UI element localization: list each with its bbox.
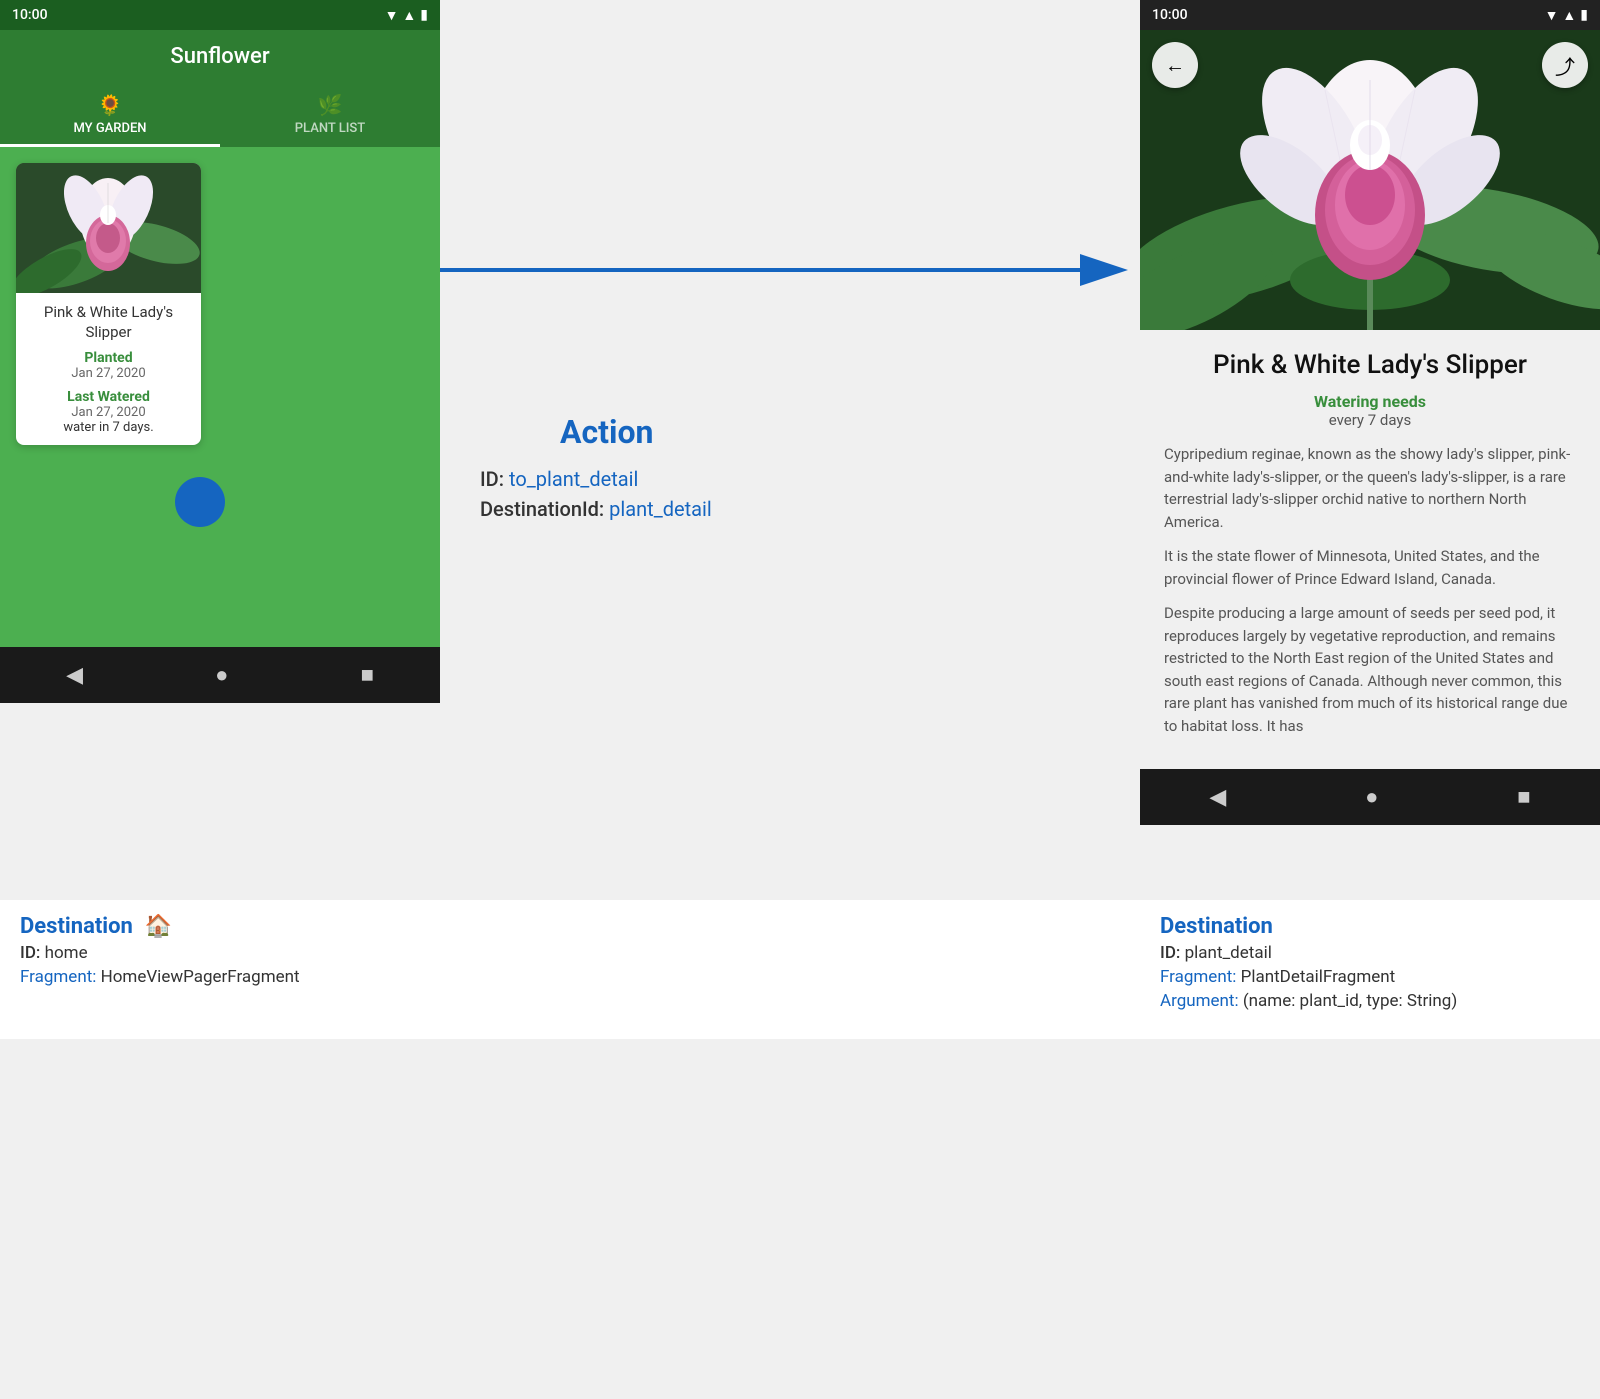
right-status-bar: 10:00 ▼ ▲ ▮	[1140, 0, 1600, 30]
description-1: Cypripedium reginae, known as the showy …	[1164, 443, 1576, 533]
action-id-row: ID: to_plant_detail	[480, 467, 712, 491]
left-nav-bar: ◀ ● ■	[0, 647, 440, 703]
detail-plant-name: Pink & White Lady's Slipper	[1164, 350, 1576, 380]
action-title: Action	[560, 413, 712, 451]
description-3: Despite producing a large amount of seed…	[1164, 602, 1576, 737]
action-destid-val-text: plant_detail	[609, 497, 712, 521]
garden-icon: 🌻	[98, 93, 123, 117]
detail-plant-image: ← ⤴	[1140, 30, 1600, 330]
plant-list-icon: 🌿	[318, 93, 343, 117]
watering-needs-value: every 7 days	[1164, 411, 1576, 429]
bottom-center-spacer	[440, 900, 1140, 1039]
recents-button-left[interactable]: ■	[361, 662, 374, 688]
tab-my-garden[interactable]: 🌻 MY GARDEN	[0, 83, 220, 147]
left-status-bar: 10:00 ▼ ▲ ▮	[0, 0, 440, 30]
home-button-right[interactable]: ●	[1365, 784, 1378, 810]
dest-right-title: Destination	[1160, 914, 1273, 939]
last-watered-date: Jan 27, 2020	[28, 405, 189, 420]
wifi-icon: ▼	[385, 7, 399, 24]
action-destid-row: DestinationId: plant_detail	[480, 497, 712, 521]
dest-left-title-row: Destination 🏠	[20, 914, 420, 939]
water-next: water in 7 days.	[28, 420, 189, 435]
tab-plant-list[interactable]: 🌿 PLANT LIST	[220, 83, 440, 147]
plant-card[interactable]: Pink & White Lady's Slipper Planted Jan …	[16, 163, 201, 445]
right-status-icons: ▼ ▲ ▮	[1545, 7, 1588, 24]
action-section: Action ID: to_plant_detail DestinationId…	[440, 0, 1140, 900]
back-button-left[interactable]: ◀	[66, 663, 83, 688]
tabs-container: 🌻 MY GARDEN 🌿 PLANT LIST	[0, 83, 440, 147]
action-destid-label-text: DestinationId:	[480, 497, 609, 521]
bottom-destinations: Destination 🏠 ID: home Fragment: HomeVie…	[0, 900, 1600, 1039]
description-2: It is the state flower of Minnesota, Uni…	[1164, 545, 1576, 590]
action-content: Action ID: to_plant_detail DestinationId…	[480, 413, 712, 527]
action-id-label: ID:	[480, 467, 509, 491]
plant-card-body: Pink & White Lady's Slipper Planted Jan …	[16, 293, 201, 445]
dest-left-id-row: ID: home	[20, 943, 420, 963]
back-button-right[interactable]: ◀	[1209, 785, 1226, 810]
flower-illustration	[16, 163, 201, 293]
dest-right-argument-row: Argument: (name: plant_id, type: String)	[1160, 991, 1580, 1011]
destination-left: Destination 🏠 ID: home Fragment: HomeVie…	[0, 900, 440, 1039]
dest-right-title-row: Destination	[1160, 914, 1580, 939]
planted-date: Jan 27, 2020	[28, 366, 189, 381]
back-button-detail[interactable]: ←	[1152, 42, 1198, 88]
recents-button-right[interactable]: ■	[1517, 784, 1530, 810]
dest-left-title: Destination	[20, 914, 133, 939]
home-button-left[interactable]: ●	[215, 662, 228, 688]
battery-icon: ▮	[420, 7, 428, 23]
watering-needs-label: Watering needs	[1164, 392, 1576, 411]
plant-card-name: Pink & White Lady's Slipper	[28, 303, 189, 342]
right-wifi-icon: ▼	[1545, 7, 1559, 24]
right-nav-bar: ◀ ● ■	[1140, 769, 1600, 825]
dest-left-fragment-row: Fragment: HomeViewPagerFragment	[20, 967, 420, 987]
garden-content: Pink & White Lady's Slipper Planted Jan …	[0, 147, 440, 647]
right-status-time: 10:00	[1152, 7, 1188, 23]
detail-top-buttons: ← ⤴	[1152, 42, 1588, 88]
last-watered-label: Last Watered	[28, 389, 189, 405]
left-status-time: 10:00	[12, 7, 48, 23]
dest-right-id-row: ID: plant_detail	[1160, 943, 1580, 963]
dest-right-fragment-row: Fragment: PlantDetailFragment	[1160, 967, 1580, 987]
signal-icon: ▲	[402, 7, 416, 24]
click-indicator	[175, 477, 225, 527]
planted-label: Planted	[28, 350, 189, 366]
plant-card-image	[16, 163, 201, 293]
detail-content: Pink & White Lady's Slipper Watering nee…	[1140, 330, 1600, 769]
left-status-icons: ▼ ▲ ▮	[385, 7, 428, 24]
right-signal-icon: ▲	[1562, 7, 1576, 24]
share-button-detail[interactable]: ⤴	[1542, 42, 1588, 88]
destination-right: Destination ID: plant_detail Fragment: P…	[1140, 900, 1600, 1039]
right-phone: 10:00 ▼ ▲ ▮	[1140, 0, 1600, 900]
home-dest-icon: 🏠	[145, 914, 172, 939]
right-battery-icon: ▮	[1580, 7, 1588, 23]
app-title: Sunflower	[0, 30, 440, 83]
action-id-text: to_plant_detail	[509, 467, 638, 491]
